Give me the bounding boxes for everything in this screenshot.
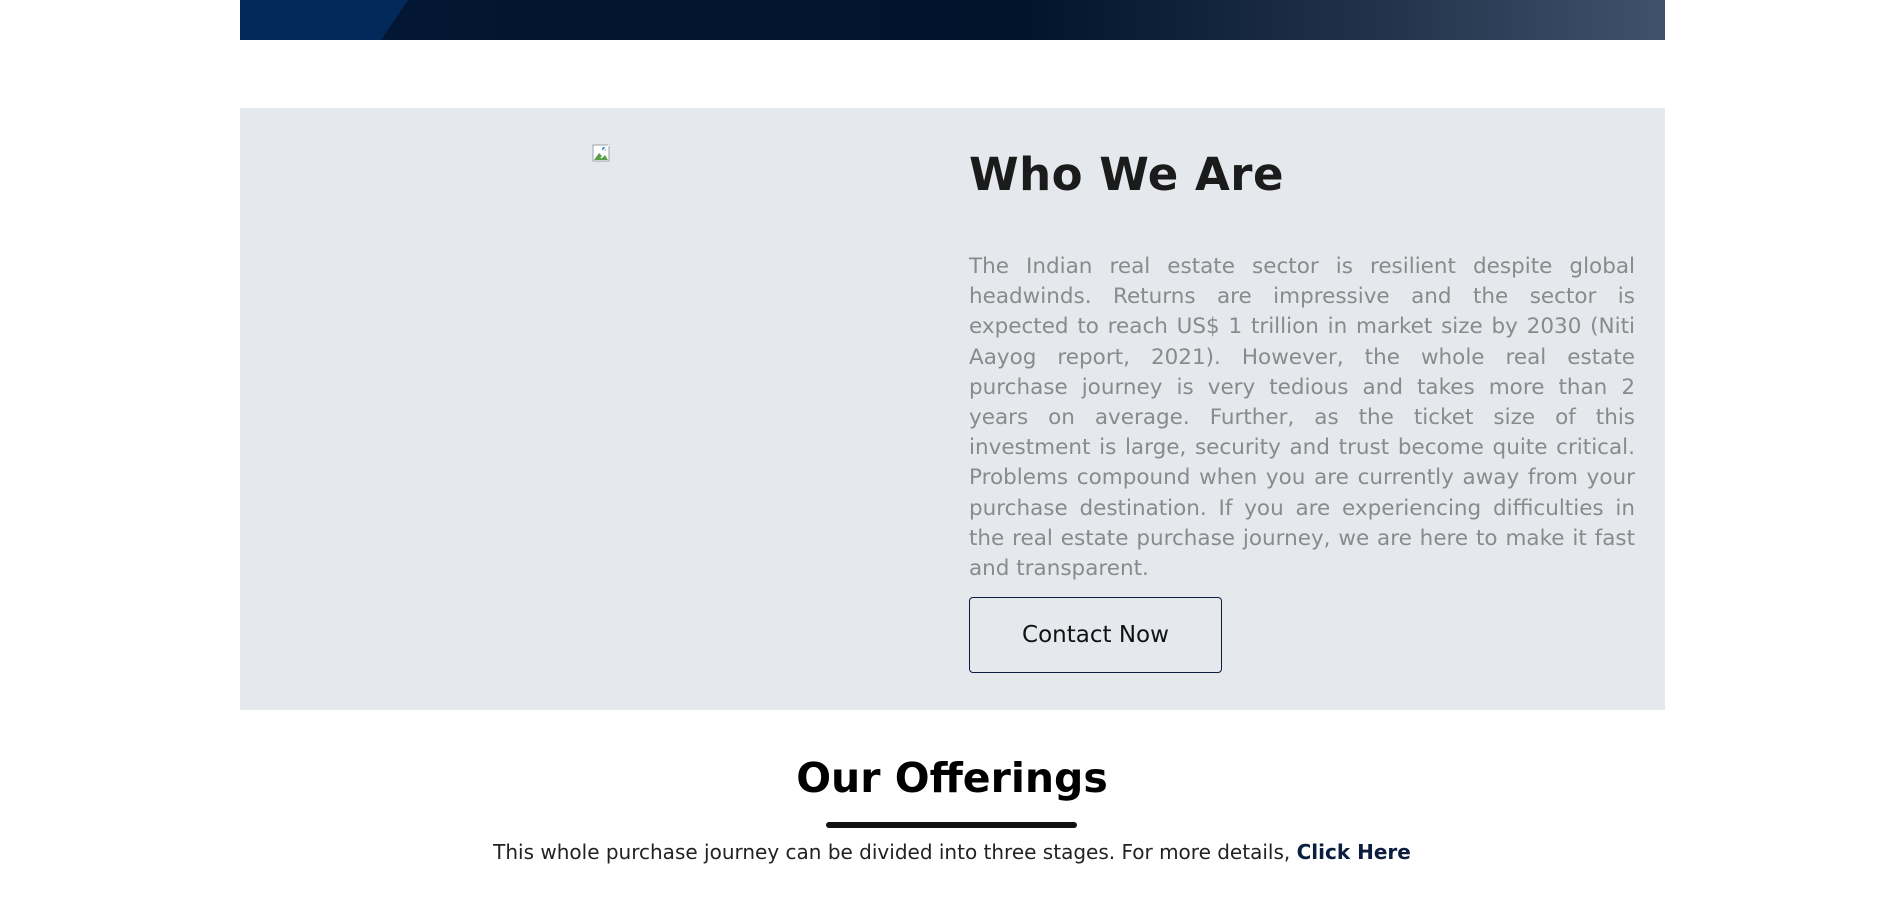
- section-title: Who We Are: [969, 148, 1285, 201]
- click-here-link[interactable]: Click Here: [1297, 840, 1411, 864]
- who-we-are-section: Who We Are The Indian real estate sector…: [240, 108, 1665, 710]
- hero-accent-shape: [240, 0, 408, 40]
- offerings-title: Our Offerings: [796, 754, 1108, 802]
- about-description: The Indian real estate sector is resilie…: [969, 254, 1635, 582]
- offerings-description-text: This whole purchase journey can be divid…: [493, 840, 1291, 864]
- broken-image-icon: [592, 144, 610, 162]
- hero-banner-strip: [240, 0, 1665, 40]
- title-underline: [826, 822, 1077, 828]
- offerings-description: This whole purchase journey can be divid…: [0, 840, 1904, 864]
- contact-now-button[interactable]: Contact Now: [969, 597, 1222, 673]
